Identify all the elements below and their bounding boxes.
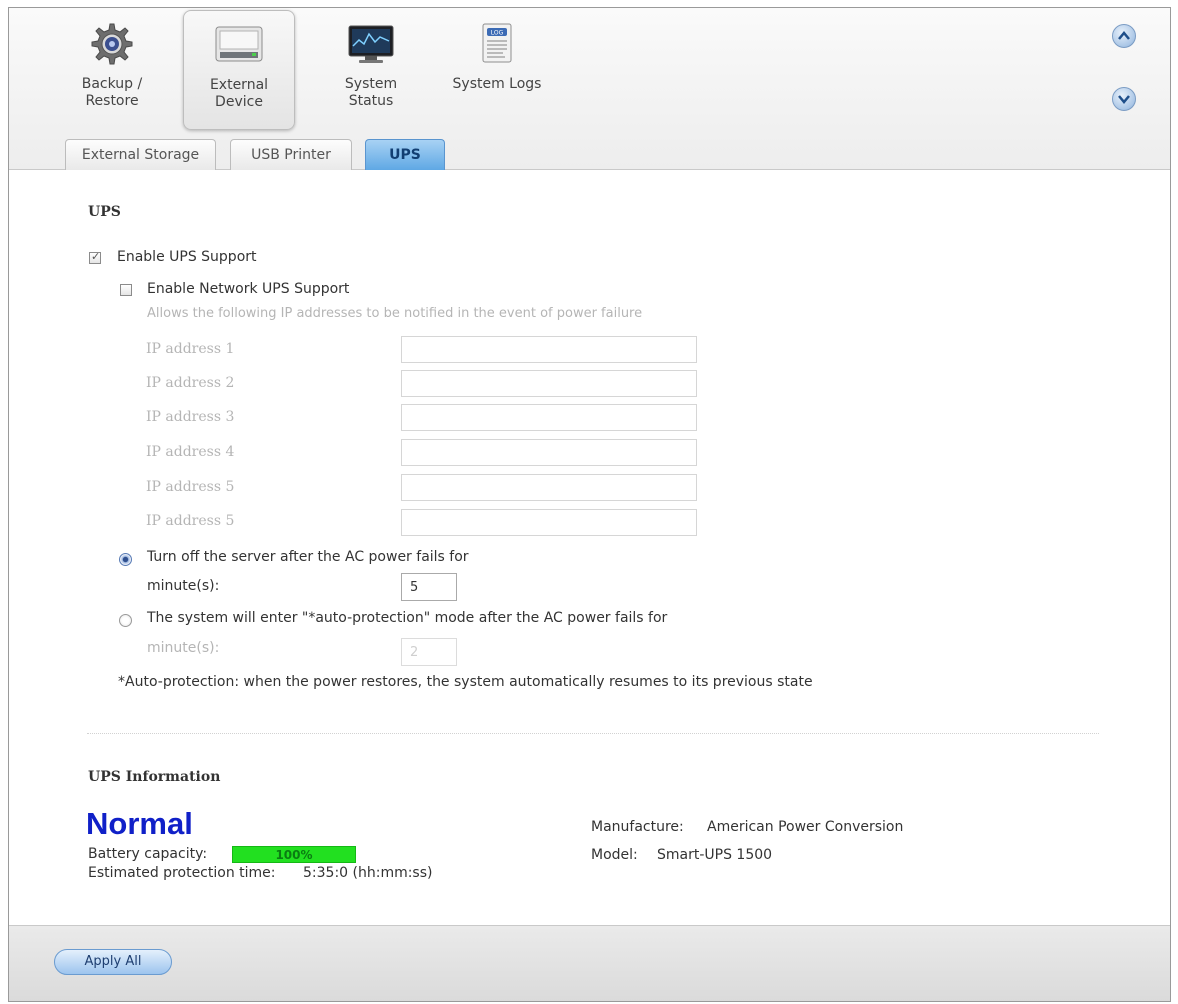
chevron-down-icon (1118, 95, 1130, 104)
enable-ups-checkbox[interactable] (89, 250, 101, 264)
ip-address-5-input[interactable] (401, 474, 697, 501)
enable-ups-label: Enable UPS Support (117, 249, 257, 265)
log-icon: LOG (477, 20, 517, 72)
header-toolbar: Backup / Restore External Device System … (9, 8, 1170, 170)
model-label: Model: (591, 847, 638, 863)
ip-address-label: IP address 3 (146, 409, 235, 425)
ups-info-title: UPS Information (88, 769, 221, 785)
network-ups-note: Allows the following IP addresses to be … (147, 306, 643, 321)
enable-network-ups-label: Enable Network UPS Support (147, 281, 350, 297)
protection-time-label: Estimated protection time: (88, 865, 276, 881)
model-value: Smart-UPS 1500 (657, 847, 773, 863)
drive-icon (212, 21, 266, 73)
battery-capacity-bar: 100% (232, 846, 356, 863)
ip-address-label: IP address 2 (146, 375, 235, 391)
ups-section-title: UPS (88, 204, 121, 220)
enable-network-ups-checkbox[interactable] (120, 284, 132, 296)
app-label: External Device (209, 77, 269, 110)
auto-protection-minutes-label: minute(s): (147, 640, 220, 656)
app-window: Backup / Restore External Device System … (8, 7, 1171, 1002)
app-system-logs[interactable]: LOG System Logs (441, 10, 553, 130)
section-divider (87, 733, 1099, 735)
battery-capacity-value: 100% (275, 848, 313, 862)
manufacture-value: American Power Conversion (707, 819, 904, 835)
turn-off-server-label: Turn off the server after the AC power f… (147, 549, 469, 565)
battery-capacity-label: Battery capacity: (88, 846, 208, 862)
app-external-device[interactable]: External Device (183, 10, 295, 130)
ip-address-1-input[interactable] (401, 336, 697, 363)
ip-address-6-input[interactable] (401, 509, 697, 536)
scroll-up-button[interactable] (1112, 24, 1136, 48)
auto-protection-footnote: *Auto-protection: when the power restore… (118, 674, 813, 690)
auto-protection-label: The system will enter "*auto-protection"… (147, 610, 668, 626)
turn-off-minutes-label: minute(s): (147, 578, 220, 594)
ups-status: Normal (86, 806, 193, 841)
tab-external-storage[interactable]: External Storage (65, 139, 216, 170)
app-label: System Logs (452, 76, 542, 92)
app-label: Backup / Restore (81, 76, 143, 109)
ip-address-2-input[interactable] (401, 370, 697, 397)
manufacture-label: Manufacture: (591, 819, 684, 835)
auto-protection-radio[interactable] (119, 614, 132, 627)
ip-address-3-input[interactable] (401, 404, 697, 431)
ip-address-label: IP address 1 (146, 341, 235, 357)
turn-off-server-radio[interactable] (119, 553, 132, 566)
protection-time-value: 5:35:0 (hh:mm:ss) (303, 865, 433, 881)
scroll-down-button[interactable] (1112, 87, 1136, 111)
tab-usb-printer[interactable]: USB Printer (230, 139, 352, 170)
log-icon-text: LOG (491, 30, 504, 37)
turn-off-minutes-input[interactable]: 5 (401, 573, 457, 601)
ip-address-label: IP address 5 (146, 479, 235, 495)
monitor-icon (345, 20, 397, 72)
tab-ups[interactable]: UPS (365, 139, 445, 170)
auto-protection-minutes-input[interactable]: 2 (401, 638, 457, 666)
apply-all-button[interactable]: Apply All (54, 949, 172, 975)
chevron-up-icon (1118, 31, 1130, 40)
ip-address-label: IP address 5 (146, 513, 235, 529)
ip-address-label: IP address 4 (146, 444, 235, 460)
ip-address-4-input[interactable] (401, 439, 697, 466)
footer-bar: Apply All (9, 925, 1170, 1001)
app-system-status[interactable]: System Status (315, 10, 427, 130)
app-backup-restore[interactable]: Backup / Restore (56, 10, 168, 130)
gear-icon (88, 20, 136, 72)
app-label: System Status (344, 76, 398, 109)
